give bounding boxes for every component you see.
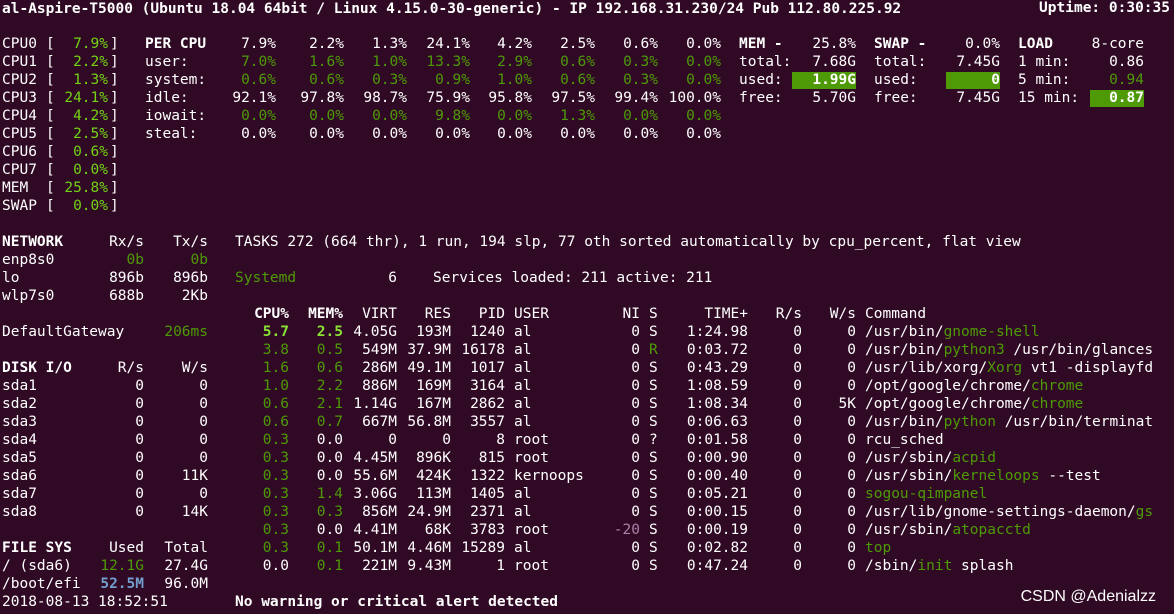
command-name: gs <box>1135 504 1154 520</box>
process-header: W/s <box>829 306 856 322</box>
process-command: top <box>865 540 891 556</box>
process-command: /usr/bin/python3 /usr/bin/glances <box>865 342 1153 358</box>
network-tx: 896b <box>173 270 208 286</box>
command-path: /usr/lib/gnome-settings-daemon/ <box>865 504 1136 520</box>
process-ws: 0 <box>847 540 856 556</box>
process-command: /usr/bin/python /usr/bin/terminat <box>865 414 1153 430</box>
command-name: chrome <box>1030 396 1084 412</box>
command-name: top <box>865 540 892 556</box>
command-args: /usr/bin/terminat <box>995 414 1154 430</box>
process-command: /opt/google/chrome/chrome <box>865 396 1083 412</box>
command-name: sogou-qimpanel <box>865 486 988 502</box>
command-path: /usr/bin/ <box>865 324 944 340</box>
percpu-value: 0.0% <box>686 126 721 142</box>
network-header: Tx/s <box>173 234 208 250</box>
bracket: ] <box>110 198 119 214</box>
process-command: /usr/sbin/atopacctd <box>865 522 1031 538</box>
bracket: ] <box>110 162 119 178</box>
command-name: acpid <box>952 450 996 466</box>
command-path: /usr/sbin/ <box>865 450 953 466</box>
command-args: vt1 -displayfd <box>1022 360 1154 376</box>
command-path: /usr/sbin/ <box>865 522 953 538</box>
command-name: python3 <box>943 342 1005 358</box>
process-command: /usr/lib/xorg/Xorg vt1 -displayfd <box>865 360 1153 376</box>
process-ws: 5K <box>838 396 856 412</box>
command-name: chrome <box>1030 378 1084 394</box>
process-ws: 0 <box>847 342 856 358</box>
command-path: /usr/bin/ <box>865 414 944 430</box>
command-path: /usr/lib/xorg/ <box>865 360 988 376</box>
process-ws: 0 <box>847 324 856 340</box>
command-path: /opt/google/chrome/ <box>865 378 1031 394</box>
command-name: atopacctd <box>952 522 1031 538</box>
process-ws: 0 <box>847 504 856 520</box>
load-15min: 0.87 <box>1109 90 1144 106</box>
cpu-bar-value: 25.8% <box>64 180 108 196</box>
bracket: ] <box>110 144 119 160</box>
network-tx: 2Kb <box>181 288 208 304</box>
command-path: /usr/bin/ <box>865 342 944 358</box>
process-command: /usr/lib/gnome-settings-daemon/gs <box>865 504 1153 520</box>
command-path: /usr/sbin/ <box>865 468 953 484</box>
watermark: CSDN @Adenialzz <box>1020 588 1156 605</box>
command-args: --test <box>1039 468 1101 484</box>
systemd-count: 6 <box>388 270 397 286</box>
command-name: python <box>943 414 996 430</box>
process-ws: 0 <box>847 414 856 430</box>
cpu-bar-value: 0.0% <box>73 162 108 178</box>
fs-total: 96.0M <box>164 576 208 592</box>
command-args: splash <box>952 558 1014 574</box>
command-args: rcu_sched <box>865 432 944 448</box>
load-1min: 0.86 <box>1109 54 1144 70</box>
process-header: Command <box>865 306 927 322</box>
process-ws: 0 <box>847 432 856 448</box>
load-5min: 0.94 <box>1109 72 1144 88</box>
percpu-value: 0.0% <box>686 108 721 124</box>
process-command: /usr/bin/gnome-shell <box>865 324 1040 340</box>
command-args: /usr/bin/glances <box>1004 342 1154 358</box>
cpu-bar-value: 0.0% <box>73 198 108 214</box>
tasks-summary: TASKS 272 (664 thr), 1 run, 194 slp, 77 … <box>235 234 1021 250</box>
command-path: /opt/google/chrome/ <box>865 396 1031 412</box>
timestamp: 2018-08-13 18:52:51 <box>2 594 168 610</box>
bracket: ] <box>110 180 119 196</box>
process-command: sogou-qimpanel <box>865 486 987 502</box>
process-ws: 0 <box>847 450 856 466</box>
command-name: Xorg <box>987 360 1023 376</box>
process-command: /sbin/init splash <box>865 558 1013 574</box>
process-ws: 0 <box>847 522 856 538</box>
services-summary: Services loaded: 211 active: 211 <box>433 270 713 286</box>
command-path: /sbin/ <box>865 558 918 574</box>
command-name: gnome-shell <box>943 324 1040 340</box>
host-info: al-Aspire-T5000 (Ubuntu 18.04 64bit / Li… <box>2 1 902 17</box>
process-ws: 0 <box>847 558 856 574</box>
alert-message: No warning or critical alert detected <box>235 594 559 610</box>
load-cores: 8-core <box>1091 36 1144 52</box>
process-command: /usr/sbin/kerneloops --test <box>865 468 1101 484</box>
process-ws: 0 <box>847 486 856 502</box>
command-name: init <box>917 558 953 574</box>
uptime: Uptime: 0:30:35 <box>1039 0 1170 16</box>
process-command: rcu_sched <box>865 432 944 448</box>
process-ws: 0 <box>847 378 856 394</box>
process-command: /usr/sbin/acpid <box>865 450 996 466</box>
process-ws: 0 <box>847 468 856 484</box>
command-name: kerneloops <box>952 468 1040 484</box>
process-command: /opt/google/chrome/chrome <box>865 378 1083 394</box>
network-tx: 0b <box>190 252 208 268</box>
process-ws: 0 <box>847 360 856 376</box>
cpu-bar-value: 0.6% <box>73 144 108 160</box>
